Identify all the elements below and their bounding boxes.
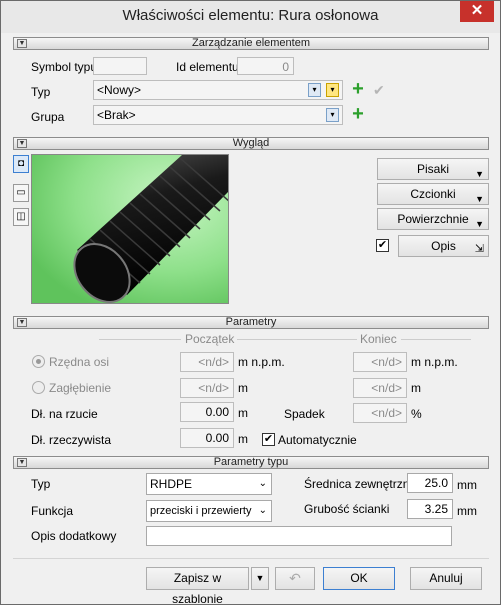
section-header-appearance[interactable]: ▼ Wygląd [13, 137, 489, 150]
fonts-dropdown-button[interactable]: Czcionki ▼ [377, 183, 489, 205]
close-button[interactable]: ✕ [460, 1, 494, 22]
dropdown-arrow-icon: ▼ [475, 169, 484, 179]
axis-start-unit: m n.p.m. [238, 355, 285, 369]
section-header-parameters[interactable]: ▼ Parametry [13, 316, 489, 329]
function-value: przeciski i przewierty [150, 505, 252, 517]
undo-icon: ↶ [275, 567, 315, 590]
ext-diameter-unit: mm [457, 478, 477, 492]
description-label: Opis [431, 239, 456, 253]
axis-ordinate-label: Rzędna osi [49, 355, 110, 369]
real-length-label: Dł. rzeczywista [31, 433, 112, 447]
plan-length-unit: m [238, 406, 248, 420]
save-template-button[interactable]: Zapisz w szablonie [146, 567, 249, 605]
save-template-dropdown[interactable]: ▼ [251, 567, 269, 590]
divider [99, 339, 181, 340]
section-title: Parametry typu [213, 456, 289, 468]
element-id-label: Id elementu [176, 60, 239, 74]
divider [13, 558, 489, 559]
dropdown-arrow-icon: ▼ [475, 219, 484, 229]
tp-type-value: RHDPE [150, 477, 193, 491]
description-button[interactable]: Opis ⇲ [398, 235, 489, 257]
wall-thickness-label: Grubość ścianki [304, 502, 390, 516]
camera-view-icon[interactable]: ◘ [13, 155, 29, 173]
surfaces-label: Powierzchnie [397, 212, 469, 226]
add-type-icon[interactable]: + [349, 79, 367, 99]
tp-type-select[interactable]: RHDPE ⌄ [146, 473, 272, 495]
axis-end-unit: m n.p.m. [411, 355, 458, 369]
add-group-icon[interactable]: + [349, 104, 367, 124]
tp-type-label: Typ [31, 477, 51, 491]
slope-field: <n/d> [353, 403, 407, 423]
section-title: Zarządzanie elementem [191, 37, 310, 49]
description-checkbox[interactable]: ✔ [376, 239, 389, 252]
real-length-unit: m [238, 432, 248, 446]
open-dialog-icon: ⇲ [474, 243, 484, 255]
real-length-field: 0.00 [180, 428, 234, 448]
slope-label: Spadek [284, 407, 325, 421]
chevron-down-icon: ⌄ [258, 505, 267, 516]
depth-start-unit: m [238, 381, 248, 395]
properties-dialog: Właściwości elementu: Rura osłonowa ✕ ▼ … [0, 0, 501, 605]
automatic-checkbox[interactable]: ✔ [262, 433, 275, 446]
checkmark-icon: ✔ [373, 82, 385, 98]
bookmark-icon[interactable]: ▾ [326, 108, 339, 122]
axis-start-field: <n/d> [180, 352, 234, 372]
group-field[interactable]: <Brak> [93, 105, 343, 125]
pens-dropdown-button[interactable]: Pisaki ▼ [377, 158, 489, 180]
symbol-type-label: Symbol typu [31, 60, 98, 74]
symbol-type-field[interactable] [93, 57, 147, 75]
depth-label: Zagłębienie [49, 381, 112, 395]
start-header: Początek [185, 332, 235, 346]
cube-icon[interactable]: ◫ [13, 208, 29, 226]
section-header-management[interactable]: ▼ Zarządzanie elementem [13, 37, 489, 50]
wall-thickness-unit: mm [457, 504, 477, 518]
section-title: Wygląd [232, 137, 270, 149]
wall-thickness-field[interactable]: 3.25 [407, 499, 453, 519]
depth-end-field: <n/d> [353, 378, 407, 398]
ext-diameter-label: Średnica zewnętrzna [304, 477, 417, 491]
divider [401, 339, 471, 340]
element-id-field: 0 [237, 57, 294, 75]
folder-icon[interactable]: ▭ [13, 184, 29, 202]
axis-end-field: <n/d> [353, 352, 407, 372]
depth-end-unit: m [411, 381, 421, 395]
pens-label: Pisaki [416, 162, 449, 176]
cancel-button[interactable]: Anuluj [410, 567, 482, 590]
automatic-label: Automatycznie [278, 433, 357, 447]
group-label: Grupa [31, 110, 65, 124]
ext-diameter-field[interactable]: 25.0 [407, 473, 453, 493]
end-header: Koniec [360, 332, 397, 346]
ok-button[interactable]: OK [323, 567, 395, 590]
surfaces-dropdown-button[interactable]: Powierzchnie ▼ [377, 208, 489, 230]
dropdown-arrow-icon: ▼ [475, 194, 484, 204]
depth-start-field: <n/d> [180, 378, 234, 398]
type-field[interactable]: <Nowy> [93, 80, 343, 100]
extra-desc-label: Opis dodatkowy [31, 529, 117, 543]
section-header-type-parameters[interactable]: ▼ Parametry typu [13, 456, 489, 469]
axis-ordinate-radio[interactable] [32, 355, 45, 368]
extra-desc-field[interactable] [146, 526, 452, 546]
window-title: Właściwości elementu: Rura osłonowa [122, 7, 379, 24]
element-preview [31, 154, 229, 304]
divider [237, 339, 357, 340]
depth-radio[interactable] [32, 381, 45, 394]
plan-length-field: 0.00 [180, 402, 234, 422]
section-title: Parametry [225, 316, 277, 328]
slope-unit: % [411, 407, 422, 421]
function-select[interactable]: przeciski i przewierty ⌄ [146, 500, 272, 522]
fonts-label: Czcionki [410, 187, 456, 201]
plan-length-label: Dł. na rzucie [31, 407, 98, 421]
chevron-down-icon: ⌄ [258, 478, 267, 489]
pipe-preview-image [32, 155, 228, 303]
library-icon[interactable]: ▾ [326, 83, 339, 97]
type-label: Typ [31, 85, 51, 99]
title-bar: Właściwości elementu: Rura osłonowa ✕ [1, 1, 500, 33]
function-label: Funkcja [31, 504, 74, 518]
bookmark-icon[interactable]: ▾ [308, 83, 321, 97]
